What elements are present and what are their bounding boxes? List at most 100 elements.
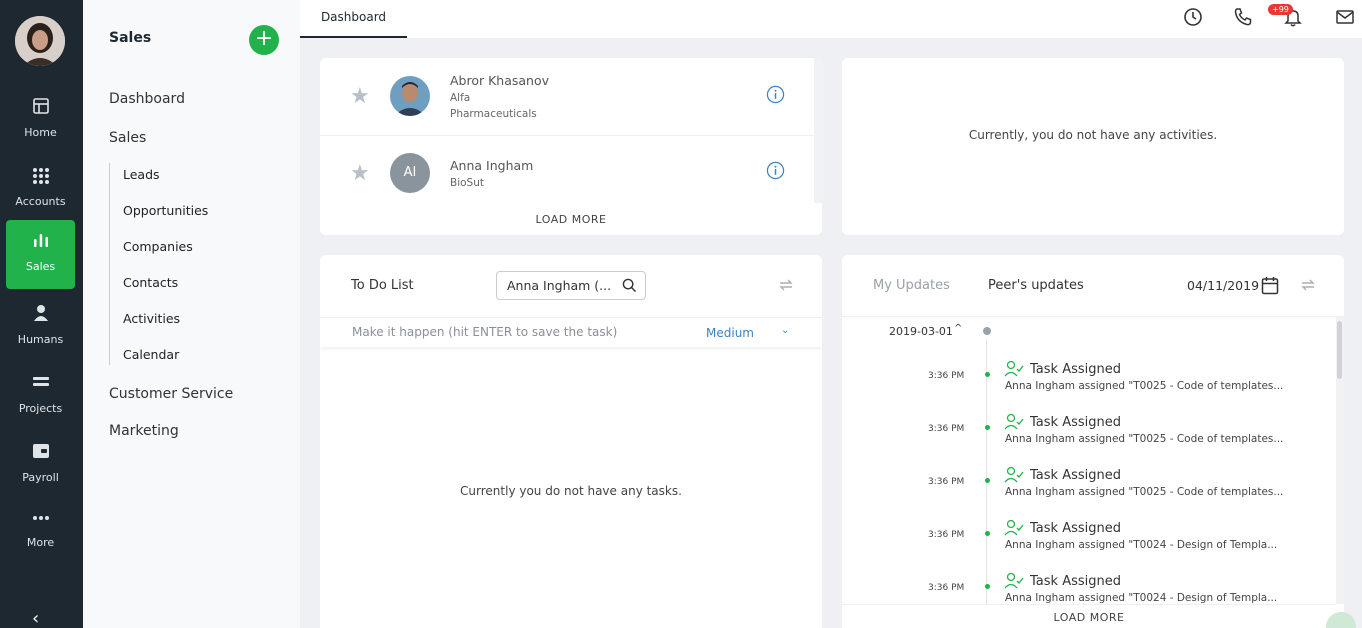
nav-customer-service[interactable]: Customer Service <box>109 386 233 402</box>
nav-opportunities[interactable]: Opportunities <box>123 203 208 218</box>
timeline-dot <box>985 478 990 483</box>
rail-projects-label: Projects <box>18 402 63 415</box>
nav-dashboard[interactable]: Dashboard <box>109 91 185 107</box>
rail-accounts-label: Accounts <box>15 195 66 208</box>
subnav-divider <box>109 163 110 365</box>
todo-assignee-search[interactable]: Anna Ingham (... <box>496 271 646 300</box>
person-icon <box>33 305 48 321</box>
todo-task-input[interactable]: Make it happen (hit ENTER to save the ta… <box>352 325 617 339</box>
contact-company: Alfa <box>450 92 471 104</box>
timeline-dot <box>985 372 990 377</box>
more-icon <box>32 516 49 520</box>
subnav-title: Sales <box>109 30 152 46</box>
info-icon[interactable] <box>766 161 785 180</box>
nav-calendar[interactable]: Calendar <box>123 347 179 362</box>
updates-scrollbar-thumb[interactable] <box>1337 321 1342 379</box>
update-title: Task Assigned <box>1030 362 1121 377</box>
contact-company: BioSut <box>450 177 484 189</box>
top-bar: Dashboard +99 <box>300 0 1362 38</box>
user-photo <box>15 16 65 66</box>
timeline-dot <box>985 531 990 536</box>
tab-dashboard[interactable]: Dashboard <box>300 0 407 38</box>
rail-more[interactable]: More <box>6 502 75 568</box>
star-icon[interactable]: ★ <box>350 84 370 109</box>
update-description: Anna Ingham assigned "T0025 - Code of te… <box>1005 433 1284 445</box>
updates-load-more-row: LOAD MORE <box>842 604 1336 628</box>
contact-row[interactable]: ★ AI Anna Ingham BioSut <box>320 137 814 203</box>
calendar-icon[interactable] <box>1261 276 1279 295</box>
update-time: 3:36 PM <box>928 424 965 434</box>
contact-row[interactable]: ★ Abror Khasanov Alfa Pharmaceuticals <box>320 58 814 136</box>
tab-my-updates[interactable]: My Updates <box>873 278 950 293</box>
nav-companies[interactable]: Companies <box>123 239 193 254</box>
contact-name[interactable]: Anna Ingham <box>450 158 533 173</box>
rail-humans-label: Humans <box>17 333 64 346</box>
add-button[interactable]: + <box>249 25 279 55</box>
update-title: Task Assigned <box>1030 574 1121 589</box>
contacts-load-more-button[interactable]: LOAD MORE <box>320 213 822 226</box>
user-avatar[interactable] <box>15 16 65 66</box>
collapse-rail-button[interactable]: ‹ <box>32 608 39 628</box>
todo-list-card: To Do List Anna Ingham (... Make it happ… <box>320 255 822 628</box>
rail-home[interactable]: Home <box>6 88 75 154</box>
home-icon <box>32 98 49 114</box>
wallet-icon <box>32 444 49 458</box>
nav-contacts[interactable]: Contacts <box>123 275 178 290</box>
contact-company-line2: Pharmaceuticals <box>450 108 537 120</box>
update-item[interactable]: 3:36 PM Task Assigned Anna Ingham assign… <box>842 360 1336 421</box>
chevron-up-icon[interactable]: ^ <box>954 323 962 334</box>
nav-activities[interactable]: Activities <box>123 311 180 326</box>
nav-sales[interactable]: Sales <box>109 130 146 146</box>
contact-name[interactable]: Abror Khasanov <box>450 73 549 88</box>
contacts-scrollbar[interactable] <box>814 58 822 203</box>
updates-load-more-button[interactable]: LOAD MORE <box>842 611 1336 624</box>
updates-scrollbar[interactable] <box>1336 317 1344 604</box>
notification-badge: +99 <box>1268 4 1293 15</box>
rail-sales[interactable]: Sales <box>6 220 75 289</box>
grid-icon <box>32 168 49 184</box>
refresh-icon[interactable] <box>1299 276 1317 294</box>
user-check-icon <box>1004 519 1024 536</box>
nav-marketing[interactable]: Marketing <box>109 423 179 439</box>
tab-peers-updates[interactable]: Peer's updates <box>988 278 1084 293</box>
priority-select[interactable]: Medium <box>706 326 754 340</box>
update-description: Anna Ingham assigned "T0025 - Code of te… <box>1005 486 1284 498</box>
update-item[interactable]: 3:36 PM Task Assigned Anna Ingham assign… <box>842 466 1336 527</box>
star-icon[interactable]: ★ <box>350 161 370 186</box>
update-title: Task Assigned <box>1030 468 1121 483</box>
main-rail: Home Accounts Sales Humans Projects Payr… <box>0 0 83 628</box>
user-check-icon <box>1004 466 1024 483</box>
info-icon[interactable] <box>766 85 785 104</box>
update-description: Anna Ingham assigned "T0024 - Design of … <box>1005 539 1278 551</box>
update-group-date: 2019-03-01 <box>889 325 953 338</box>
update-item[interactable]: 3:36 PM Task Assigned Anna Ingham assign… <box>842 519 1336 580</box>
todo-assignee-value: Anna Ingham (... <box>507 278 612 293</box>
nav-leads[interactable]: Leads <box>123 167 160 182</box>
contact-photo <box>390 76 430 116</box>
rail-accounts[interactable]: Accounts <box>6 157 75 223</box>
rail-payroll[interactable]: Payroll <box>6 433 75 499</box>
updates-header-divider <box>842 316 1344 317</box>
contact-avatar <box>390 76 430 116</box>
update-item[interactable]: 3:36 PM Task Assigned Anna Ingham assign… <box>842 413 1336 474</box>
phone-icon[interactable] <box>1232 6 1254 28</box>
clock-icon[interactable] <box>1182 6 1204 28</box>
rail-projects[interactable]: Projects <box>6 364 75 430</box>
chevron-down-icon[interactable]: ⌄ <box>781 325 789 336</box>
sales-subnav: Sales + Dashboard Sales Leads Opportunit… <box>83 0 300 628</box>
mail-icon[interactable] <box>1334 6 1356 28</box>
refresh-icon[interactable] <box>777 276 795 294</box>
activities-card: Currently, you do not have any activitie… <box>842 58 1344 235</box>
timeline-dot <box>985 584 990 589</box>
user-check-icon <box>1004 572 1024 589</box>
timeline-dot <box>985 425 990 430</box>
rail-sales-label: Sales <box>25 260 56 273</box>
user-check-icon <box>1004 413 1024 430</box>
rail-humans[interactable]: Humans <box>6 295 75 361</box>
update-time: 3:36 PM <box>928 583 965 593</box>
todo-task-input-row: Make it happen (hit ENTER to save the ta… <box>320 317 822 347</box>
timeline-group-dot <box>983 327 991 335</box>
update-title: Task Assigned <box>1030 415 1121 430</box>
contact-avatar-initials: AI <box>390 153 430 193</box>
update-time: 3:36 PM <box>928 477 965 487</box>
